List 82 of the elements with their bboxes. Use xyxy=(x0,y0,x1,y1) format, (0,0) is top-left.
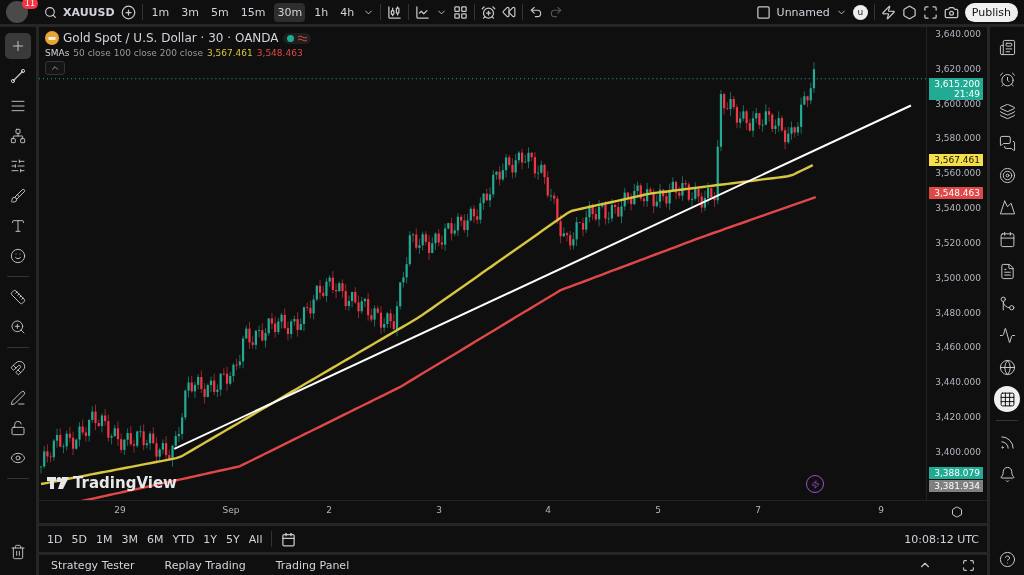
settings-icon[interactable] xyxy=(901,4,917,20)
undo-icon[interactable] xyxy=(529,5,544,19)
time-tick: 29 xyxy=(114,505,126,515)
range-button[interactable]: 1Y xyxy=(203,532,218,546)
time-tick: 7 xyxy=(755,505,761,515)
layout-grid-icon[interactable] xyxy=(453,4,469,20)
settings-icon[interactable] xyxy=(951,506,963,518)
price-value: 3,548.463 xyxy=(934,188,980,199)
time-tick: Sep xyxy=(222,505,240,515)
fullscreen-icon[interactable] xyxy=(922,4,938,20)
interval-button[interactable]: 3m xyxy=(178,2,202,22)
notification-badge: 11 xyxy=(21,0,38,9)
range-button[interactable]: 1D xyxy=(47,532,63,546)
range-button[interactable]: 5Y xyxy=(226,532,240,546)
price-tick: 3,640.000 xyxy=(935,29,981,39)
calendar-icon[interactable] xyxy=(281,531,297,547)
add-symbol-button[interactable] xyxy=(120,4,136,20)
chevron-up-icon xyxy=(50,63,60,73)
price-tick: 3,560.000 xyxy=(935,168,981,179)
range-button[interactable]: 3M xyxy=(121,532,138,546)
range-button[interactable]: 6M xyxy=(146,532,164,546)
alarm-plus-icon[interactable] xyxy=(481,4,497,20)
crosshair-icon[interactable] xyxy=(5,33,31,59)
indicator-name: SMAs xyxy=(45,48,70,58)
interval-button[interactable]: 1m xyxy=(148,2,173,22)
price-tick: 3,600.000 xyxy=(935,98,981,109)
time-tick: 2 xyxy=(326,505,332,515)
grid-icon[interactable] xyxy=(994,386,1020,412)
time-tick: 4 xyxy=(545,505,551,515)
coin-icon xyxy=(45,31,59,45)
price-tick: 3,420.000 xyxy=(935,412,981,423)
indicator-value: 3,548.463 xyxy=(256,48,303,58)
panel-tab[interactable]: Trading Panel xyxy=(275,558,350,572)
price-tick: 3,460.000 xyxy=(935,342,981,353)
panel-tab[interactable]: Replay Trading xyxy=(164,558,246,572)
interval-button[interactable]: 1h xyxy=(311,2,332,22)
square-icon[interactable] xyxy=(755,4,771,20)
time-tick: 3 xyxy=(436,505,442,515)
indicator-params: 50 close 100 close 200 close xyxy=(73,48,203,58)
price-tick: 3,620.000 xyxy=(935,63,981,74)
price-tick: 3,580.000 xyxy=(935,133,981,144)
price-tick: 3,500.000 xyxy=(935,272,981,283)
time-tick: 9 xyxy=(878,505,884,515)
interval-button[interactable]: 5m xyxy=(208,2,232,22)
range-button[interactable]: YTD xyxy=(172,532,195,546)
price-tick: 3,400.000 xyxy=(935,446,981,457)
price-value: 3,388.079 xyxy=(934,467,980,478)
maximize-icon[interactable] xyxy=(962,558,975,572)
interval-button[interactable]: 15m xyxy=(237,2,269,22)
status-dot-icon xyxy=(286,34,294,42)
price-tick: 3,520.000 xyxy=(935,237,981,248)
panel-tab[interactable]: Strategy Tester xyxy=(51,558,135,572)
wave-icon xyxy=(297,34,307,42)
redo-icon[interactable] xyxy=(549,5,564,19)
time-tick: 5 xyxy=(655,505,661,515)
search-icon xyxy=(44,5,57,19)
bar-countdown: 21:49 xyxy=(954,89,980,100)
publish-button[interactable]: Publish xyxy=(964,2,1018,22)
indicators-icon[interactable] xyxy=(415,4,431,20)
price-value: 3,615.200 xyxy=(934,79,980,90)
price-tick: 3,480.000 xyxy=(935,307,981,318)
clock[interactable]: 10:08:12 UTC xyxy=(904,532,979,546)
rewind-icon[interactable] xyxy=(502,5,517,19)
layout-name[interactable]: Unnamed xyxy=(776,5,830,19)
symbol-search[interactable]: XAUUSD xyxy=(63,5,115,19)
range-button[interactable]: 1M xyxy=(95,532,113,546)
chart-title: Gold Spot / U.S. Dollar · 30 · OANDA xyxy=(63,31,279,45)
status-chip[interactable] xyxy=(282,32,311,44)
logo-icon xyxy=(47,477,69,489)
interval-button[interactable]: 30m xyxy=(274,2,306,22)
price-value: 3,567.461 xyxy=(934,155,980,166)
zap-icon[interactable] xyxy=(880,4,896,20)
range-button[interactable]: All xyxy=(248,532,263,546)
user-avatar[interactable]: u xyxy=(852,4,868,20)
camera-icon[interactable] xyxy=(943,4,959,20)
price-tick: 3,440.000 xyxy=(935,377,981,388)
interval-button[interactable]: 4h xyxy=(337,2,358,22)
indicator-value: 3,567.461 xyxy=(207,48,253,58)
range-button[interactable]: 5D xyxy=(71,532,87,546)
price-tick: 3,540.000 xyxy=(935,203,981,214)
candles-icon[interactable] xyxy=(387,4,403,20)
price-value: 3,381.934 xyxy=(934,480,980,491)
